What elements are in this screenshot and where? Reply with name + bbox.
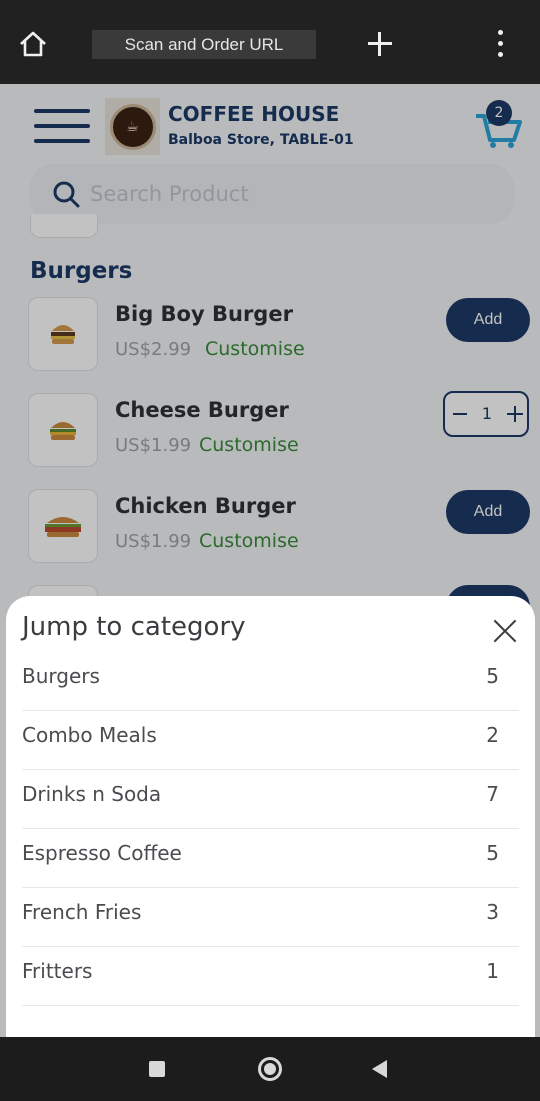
category-item-french-fries[interactable]: French Fries 3 — [22, 888, 519, 947]
kebab-menu-icon[interactable] — [492, 30, 510, 58]
category-item-burgers[interactable]: Burgers 5 — [22, 652, 519, 711]
browser-toolbar: Scan and Order URL — [0, 0, 540, 84]
recents-icon[interactable] — [149, 1061, 165, 1077]
category-count: 7 — [486, 782, 499, 806]
home-circle-icon[interactable] — [258, 1057, 282, 1081]
new-tab-icon[interactable] — [366, 30, 394, 58]
url-bar[interactable]: Scan and Order URL — [92, 30, 316, 59]
sheet-title: Jump to category — [22, 612, 246, 642]
category-label: Combo Meals — [22, 723, 157, 747]
category-count: 5 — [486, 841, 499, 865]
home-icon[interactable] — [18, 29, 48, 59]
category-item-drinks-n-soda[interactable]: Drinks n Soda 7 — [22, 770, 519, 829]
system-navigation-bar — [0, 1037, 540, 1101]
category-label: Espresso Coffee — [22, 841, 182, 865]
category-bottom-sheet: Jump to category Burgers 5 Combo Meals 2… — [6, 596, 535, 1037]
category-label: French Fries — [22, 900, 142, 924]
category-count: 3 — [486, 900, 499, 924]
category-item-combo-meals[interactable]: Combo Meals 2 — [22, 711, 519, 770]
category-item-espresso-coffee[interactable]: Espresso Coffee 5 — [22, 829, 519, 888]
back-icon[interactable] — [372, 1060, 387, 1078]
close-icon[interactable] — [492, 618, 518, 644]
category-count: 5 — [486, 664, 499, 688]
category-count: 1 — [486, 959, 499, 983]
category-label: Drinks n Soda — [22, 782, 162, 806]
category-item-fritters[interactable]: Fritters 1 — [22, 947, 519, 1006]
category-count: 2 — [486, 723, 499, 747]
category-label: Fritters — [22, 959, 93, 983]
category-label: Burgers — [22, 664, 100, 688]
